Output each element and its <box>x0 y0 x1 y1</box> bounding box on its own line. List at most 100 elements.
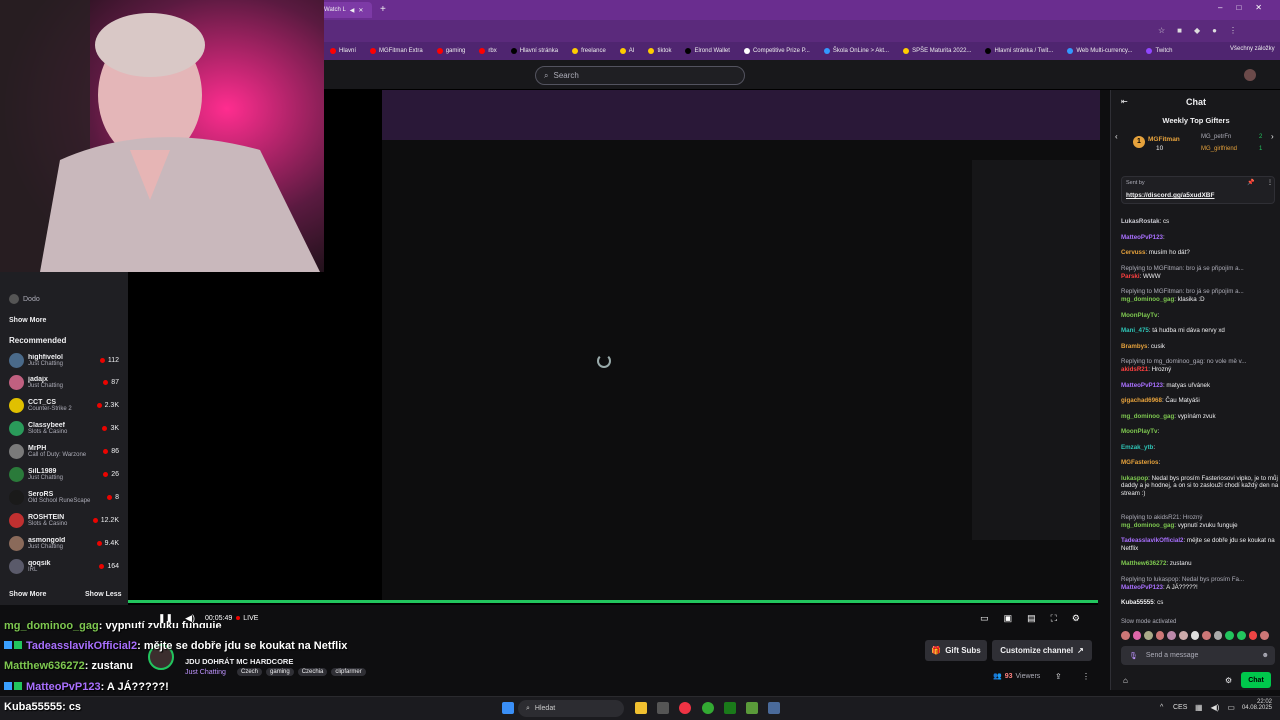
pip-icon[interactable]: ▤ <box>1027 613 1036 624</box>
chat-send-button[interactable]: Chat <box>1241 672 1271 688</box>
browser-tab[interactable]: Watch L ◀ ✕ <box>320 2 372 18</box>
pinned-link[interactable]: https://discord.gg/a5xudXBF <box>1126 192 1214 199</box>
browser-icon[interactable] <box>702 702 714 714</box>
emote-icon[interactable] <box>1155 631 1165 640</box>
profile-icon[interactable]: ● <box>1212 26 1217 35</box>
emote-icon[interactable] <box>1213 631 1223 640</box>
chat-username[interactable]: Cervuss <box>1121 249 1145 256</box>
chat-username[interactable]: TadeasslavikOfficial2 <box>1121 537 1183 544</box>
emote-icon[interactable] <box>1248 631 1258 640</box>
gifters-prev-icon[interactable]: ‹ <box>1115 132 1118 141</box>
chat-username[interactable]: MoonPlayTv <box>1121 428 1157 435</box>
emote-picker-icon[interactable]: ☻ <box>1262 652 1269 659</box>
sidebar-item-highfivelol[interactable]: highfivelol Just Chatting 112 <box>0 349 128 371</box>
close-window-icon[interactable]: ✕ <box>1255 3 1262 12</box>
user-avatar[interactable] <box>1244 69 1256 81</box>
chat-username[interactable]: mg_dominoo_gag <box>1121 413 1174 420</box>
show-more-button-2[interactable]: Show More <box>9 591 46 598</box>
new-tab-icon[interactable]: + <box>380 4 386 15</box>
emote-icon[interactable] <box>1202 631 1211 640</box>
chat-username[interactable]: Parski <box>1121 273 1140 280</box>
gift-subs-button[interactable]: 🎁 Gift Subs <box>925 640 987 661</box>
settings-app-icon[interactable] <box>768 702 780 714</box>
show-more-button[interactable]: Show More <box>9 317 46 324</box>
emote-icon[interactable] <box>1132 631 1142 640</box>
sidebar-item-sill1989[interactable]: SilL1989 Just Chatting 26 <box>0 464 128 486</box>
chat-username[interactable]: Matthew636272 <box>1121 560 1166 567</box>
tag-pill[interactable]: Czechia <box>297 668 328 676</box>
chat-username[interactable]: Emzak_ytb <box>1121 444 1153 451</box>
chat-username[interactable]: akidsR21 <box>1121 366 1148 373</box>
search-input[interactable]: ⌕ Search <box>535 66 745 85</box>
bookmark-item[interactable]: Hlavní stránka / Twit... <box>985 48 1053 54</box>
chat-username[interactable]: MGFasterios <box>1121 459 1158 466</box>
channel-points-icon[interactable]: ⌂ <box>1123 676 1128 685</box>
customize-channel-button[interactable]: Customize channel ↗ <box>992 640 1092 661</box>
taskbar-search[interactable]: ⌕ Hledat <box>518 700 624 717</box>
show-less-button[interactable]: Show Less <box>85 591 122 598</box>
more-options-icon[interactable]: ⋮ <box>1082 672 1090 681</box>
share-icon[interactable]: ⇪ <box>1055 672 1062 681</box>
theatre-mode-icon[interactable]: ▭ <box>980 613 989 624</box>
fullscreen-icon[interactable]: ⛶ <box>1051 613 1057 624</box>
bookmark-item[interactable]: MGFitman Extra <box>370 48 423 54</box>
emote-icon[interactable] <box>1144 631 1153 640</box>
battery-icon[interactable]: ▭ <box>1227 703 1235 712</box>
stream-category[interactable]: Just Chatting <box>185 669 226 676</box>
file-explorer-icon[interactable] <box>635 702 647 714</box>
emote-icon[interactable] <box>1237 631 1246 640</box>
chat-username[interactable]: lukaspop <box>1121 475 1148 482</box>
emote-icon[interactable] <box>1167 631 1177 640</box>
sidebar-item-cct_cs[interactable]: CCT_CS Counter-Strike 2 2.3K <box>0 395 128 417</box>
sidebar-item-roshtein[interactable]: ROSHTEIN Slots & Casino 12.2K <box>0 509 128 531</box>
tag-pill[interactable]: clipfarmer <box>331 668 366 676</box>
emote-icon[interactable] <box>1225 631 1235 640</box>
bookmark-item[interactable]: Hlavní stránka <box>510 48 558 54</box>
chat-username[interactable]: Mani_475 <box>1121 327 1149 334</box>
clock[interactable]: 22:02 04.08.2025 <box>1240 699 1272 711</box>
app-icon[interactable] <box>657 702 669 714</box>
bookmark-item[interactable]: Twitch <box>1146 48 1173 54</box>
puzzle-icon[interactable]: ◆ <box>1194 26 1200 35</box>
microphone-icon[interactable]: 🎙 <box>1129 652 1138 660</box>
gifters-next-icon[interactable]: › <box>1271 132 1274 141</box>
sidebar-item-jadajx[interactable]: jadajx Just Chatting 87 <box>0 372 128 394</box>
windows-start-icon[interactable] <box>502 702 514 714</box>
pinned-message[interactable]: Sent by https://discord.gg/a5xudXBF 📌 ⋮ <box>1121 176 1275 204</box>
emote-icon[interactable] <box>1190 631 1200 640</box>
emote-icon[interactable] <box>1260 631 1269 640</box>
emote-icon[interactable] <box>1121 631 1130 640</box>
bookmark-item[interactable]: Škola OnLine > Akt... <box>823 48 889 54</box>
chat-username[interactable]: Brambys <box>1121 343 1147 350</box>
volume-tray-icon[interactable]: ◀) <box>1211 703 1220 712</box>
tray-chevron-icon[interactable]: ^ <box>1160 704 1163 711</box>
chrome-icon[interactable] <box>679 702 691 714</box>
xbox-icon[interactable] <box>724 702 736 714</box>
chat-username[interactable]: MatteoPvP123 <box>1121 584 1163 591</box>
minecraft-icon[interactable] <box>746 702 758 714</box>
bookmark-item[interactable]: SPŠE Maturita 2022... <box>903 48 971 54</box>
bookmark-item[interactable]: Hlavní <box>330 48 356 54</box>
chat-username[interactable]: mg_dominoo_gag <box>1121 522 1174 529</box>
clip-icon[interactable]: ▣ <box>1004 613 1013 624</box>
sidebar-item-asmongold[interactable]: asmongold Just Chatting 9.4K <box>0 532 128 554</box>
maximize-icon[interactable]: □ <box>1236 3 1241 12</box>
extension-icon[interactable]: ■ <box>1177 26 1182 35</box>
chat-username[interactable]: MoonPlayTv <box>1121 312 1157 319</box>
chat-username[interactable]: Kuba55555 <box>1121 599 1154 606</box>
sidebar-channel-dodo[interactable]: Dodo <box>9 294 40 304</box>
sidebar-item-serors[interactable]: SeroRS Old School RuneScape 8 <box>0 486 128 508</box>
sidebar-item-qoqsik[interactable]: qoqsik IRL 164 <box>0 555 128 577</box>
bookmark-item[interactable]: Web Multi-currency... <box>1067 48 1132 54</box>
menu-icon[interactable]: ⋮ <box>1229 26 1237 35</box>
network-icon[interactable]: ▦ <box>1195 703 1203 712</box>
chat-settings-icon[interactable]: ⚙ <box>1225 676 1232 685</box>
bookmark-item[interactable]: rbx <box>479 48 497 54</box>
minimize-icon[interactable]: – <box>1218 3 1222 12</box>
emote-icon[interactable] <box>1179 631 1188 640</box>
chat-username[interactable]: mg_dominoo_gag <box>1121 296 1174 303</box>
stream-progress-bar[interactable] <box>128 600 1098 603</box>
chat-username[interactable]: MatteoPvP123 <box>1121 382 1163 389</box>
tag-pill[interactable]: gaming <box>266 668 294 676</box>
keyboard-language[interactable]: CES <box>1173 704 1187 711</box>
